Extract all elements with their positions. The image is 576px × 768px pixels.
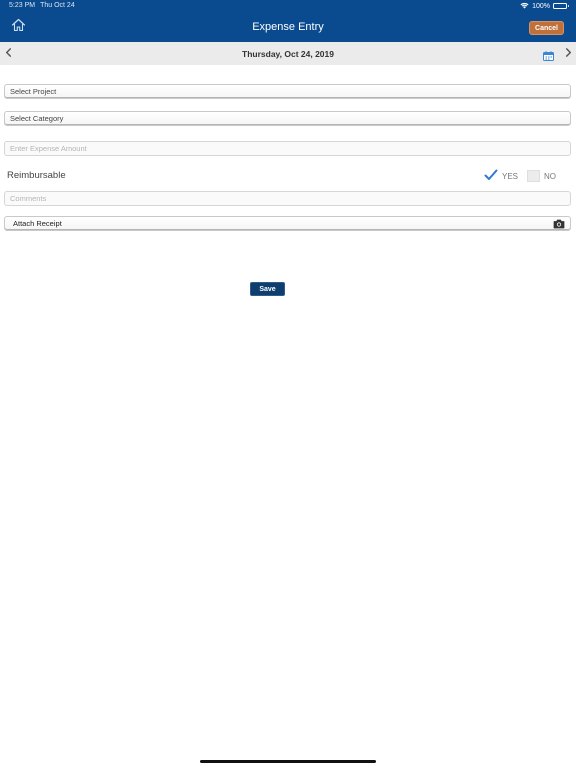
checkmark-icon [484,169,498,186]
select-project-dropdown[interactable]: Select Project [4,84,571,99]
date-bar: Thursday, Oct 24, 2019 [0,42,576,65]
calendar-icon [543,48,554,65]
save-button[interactable]: Save [250,282,285,296]
comments-input[interactable] [10,194,570,203]
yes-label: YES [502,172,519,181]
expense-entry-screen: 5:23 PM Thu Oct 24 100% Expense Entry Ca… [0,0,576,768]
status-date: Thu Oct 24 [40,2,75,9]
chevron-right-icon [565,44,572,62]
header: 5:23 PM Thu Oct 24 100% Expense Entry Ca… [0,0,576,42]
no-label: NO [544,172,556,181]
current-date: Thursday, Oct 24, 2019 [242,49,334,59]
home-indicator [200,760,376,763]
expense-amount-field [4,141,571,156]
status-bar-left: 5:23 PM Thu Oct 24 [9,2,75,9]
comments-field [4,191,571,206]
select-category-dropdown[interactable]: Select Category [4,111,571,126]
reimbursable-yes-checkbox[interactable] [484,168,498,182]
reimbursable-no-checkbox[interactable] [527,170,540,182]
wifi-icon [520,2,529,11]
status-bar-right: 100% [520,1,569,11]
cancel-button[interactable]: Cancel [529,21,564,35]
status-time: 5:23 PM [9,2,36,9]
attach-receipt-row[interactable]: Attach Receipt [4,216,571,231]
reimbursable-label: Reimbursable [7,170,66,181]
next-day-button[interactable] [562,47,574,59]
select-category-label: Select Category [10,114,64,123]
battery-percent: 100% [532,2,550,10]
page-title: Expense Entry [252,21,324,33]
battery-icon [553,3,569,9]
expense-amount-input[interactable] [10,144,570,153]
camera-icon[interactable] [553,219,565,229]
attach-receipt-label: Attach Receipt [13,219,62,228]
select-project-label: Select Project [10,87,57,96]
calendar-button[interactable] [543,48,554,61]
